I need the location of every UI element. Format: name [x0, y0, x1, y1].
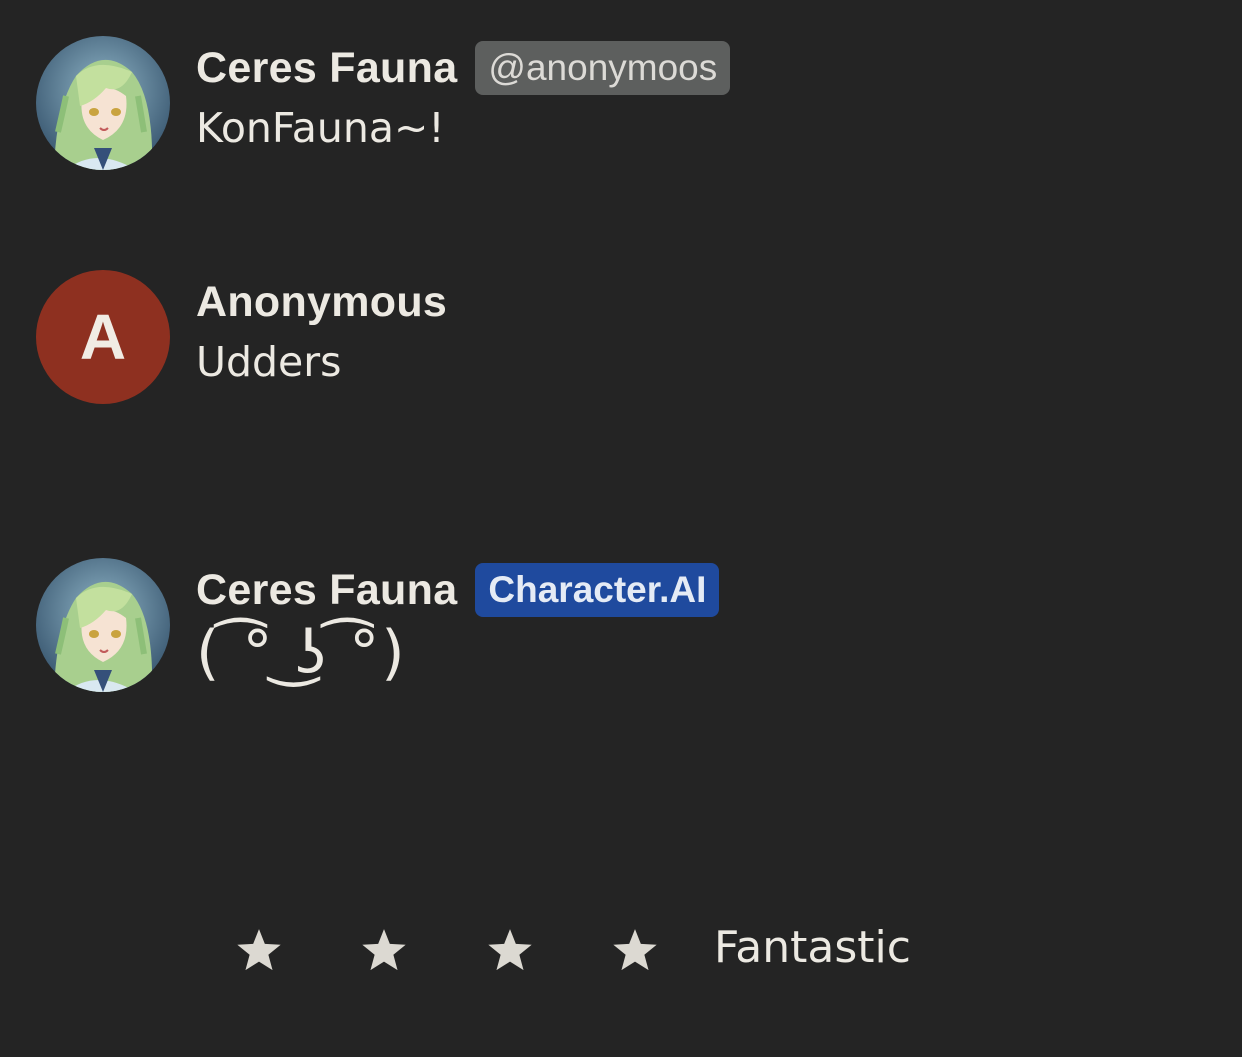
message-body: Anonymous Udders [196, 274, 447, 387]
rating-label: Fantastic [714, 922, 911, 973]
message-body: Ceres Fauna Character.AI ( ͡° ͜ʖ ͡°) [196, 562, 720, 688]
star-icon[interactable] [610, 926, 660, 976]
message-item: Ceres Fauna @anonymoos KonFauna~! [36, 36, 1242, 176]
character-portrait-image [36, 558, 170, 692]
star-icon[interactable] [485, 926, 535, 976]
anonymous-avatar[interactable]: A [36, 270, 170, 404]
message-header: Anonymous [196, 274, 447, 330]
username-badge: @anonymoos [475, 41, 731, 95]
message-header: Ceres Fauna @anonymoos [196, 40, 731, 96]
star-icon[interactable] [234, 926, 284, 976]
star-icon[interactable] [359, 926, 409, 976]
rating-bar: Fantastic [0, 920, 1242, 984]
message-text: ( ͡° ͜ʖ ͡°) [196, 618, 407, 688]
sender-name[interactable]: Ceres Fauna [196, 44, 457, 93]
sender-name[interactable]: Ceres Fauna [196, 566, 457, 615]
character-ai-badge: Character.AI [475, 563, 720, 617]
message-item: Ceres Fauna Character.AI ( ͡° ͜ʖ ͡°) [36, 558, 1242, 698]
message-text: Udders [196, 338, 342, 386]
message-item: A Anonymous Udders [36, 270, 1242, 410]
character-portrait-image [36, 36, 170, 170]
message-text: KonFauna~! [196, 104, 445, 152]
character-avatar[interactable] [36, 558, 170, 692]
message-header: Ceres Fauna Character.AI [196, 562, 720, 618]
character-avatar[interactable] [36, 36, 170, 170]
sender-name[interactable]: Anonymous [196, 278, 447, 327]
avatar-letter: A [79, 301, 127, 373]
message-body: Ceres Fauna @anonymoos KonFauna~! [196, 40, 731, 152]
